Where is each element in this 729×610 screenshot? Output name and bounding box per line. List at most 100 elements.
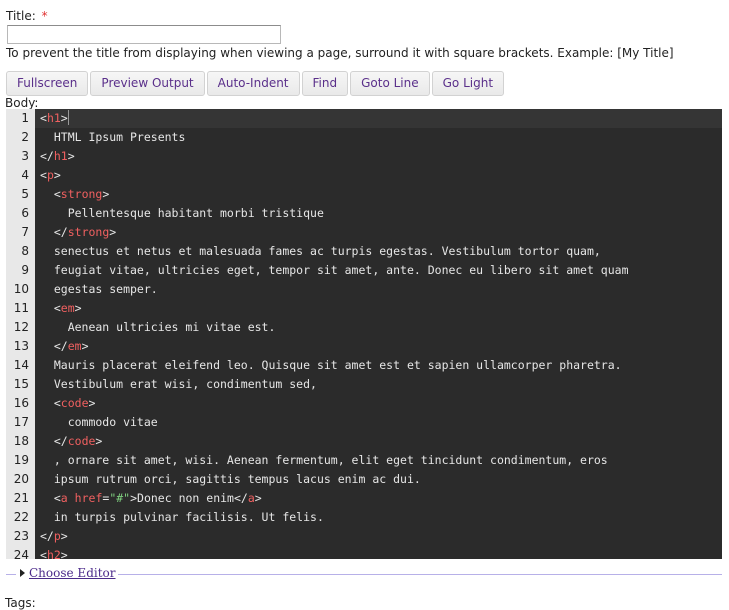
- code-line[interactable]: 7 </strong>: [6, 223, 722, 242]
- title-input[interactable]: [7, 25, 281, 44]
- code-line[interactable]: 9 feugiat vitae, ultricies eget, tempor …: [6, 261, 722, 280]
- line-content: ipsum rutrum orci, sagittis tempus lacus…: [35, 470, 722, 489]
- code-line[interactable]: 1 <h1>: [6, 109, 722, 128]
- code-line[interactable]: 11 <em>: [6, 299, 722, 318]
- line-content: egestas semper.: [35, 280, 722, 299]
- choose-editor-toggle[interactable]: Choose Editor: [18, 566, 118, 580]
- code-line[interactable]: 2 HTML Ipsum Presents: [6, 128, 722, 147]
- tag-bracket: >: [60, 548, 68, 559]
- line-number: 6: [21, 206, 29, 220]
- tag-bracket: </: [233, 491, 248, 505]
- find-button[interactable]: Find: [301, 71, 349, 96]
- tag-bracket: >: [109, 225, 117, 239]
- code-text: in turpis pulvinar facilisis. Ut felis.: [40, 510, 324, 524]
- tag-bracket: <: [53, 491, 61, 505]
- code-text: Aenean ultricies mi vitae est.: [40, 320, 276, 334]
- line-number: 22: [13, 510, 29, 524]
- choose-editor-fieldset: Choose Editor: [6, 566, 722, 583]
- tag-bracket: <: [40, 168, 47, 182]
- preview-output-button[interactable]: Preview Output: [90, 71, 205, 96]
- code-editor[interactable]: 1 <h1> 2 HTML Ipsum Presents 3 </h1> 4 <p> 5 <s…: [6, 109, 722, 559]
- line-content: <code>: [35, 394, 722, 413]
- code-line[interactable]: 17 commodo vitae: [6, 413, 722, 432]
- text-cursor: [67, 110, 69, 125]
- line-number: 17: [13, 415, 29, 429]
- code-line[interactable]: 19 , ornare sit amet, wisi. Aenean ferme…: [6, 451, 722, 470]
- line-number: 7: [21, 225, 29, 239]
- code-text: HTML Ipsum Presents: [40, 130, 186, 144]
- line-number: 9: [21, 263, 29, 277]
- code-line[interactable]: 13 </em>: [6, 337, 722, 356]
- code-text: egestas semper.: [40, 282, 158, 296]
- code-line[interactable]: 5 <strong>: [6, 185, 722, 204]
- line-content: commodo vitae: [35, 413, 722, 432]
- tag-bracket: <: [53, 396, 61, 410]
- body-label: Body:: [5, 96, 39, 110]
- tag-bracket: </: [53, 339, 68, 353]
- code-line[interactable]: 22 in turpis pulvinar facilisis. Ut feli…: [6, 508, 722, 527]
- choose-editor-link[interactable]: Choose Editor: [29, 566, 116, 580]
- tag-name: a: [60, 491, 68, 505]
- go-light-button[interactable]: Go Light: [431, 71, 505, 96]
- tag-bracket: >: [60, 111, 68, 125]
- tag-bracket: >: [102, 187, 110, 201]
- tag-bracket: >: [130, 491, 138, 505]
- fullscreen-button[interactable]: Fullscreen: [6, 71, 89, 96]
- line-content: </h1>: [35, 147, 722, 166]
- line-number: 4: [21, 168, 29, 182]
- line-number: 8: [21, 244, 29, 258]
- triangle-right-icon: [20, 569, 25, 577]
- editor-toolbar: Fullscreen Preview Output Auto-Indent Fi…: [6, 71, 505, 96]
- line-number: 3: [21, 149, 29, 163]
- code-line[interactable]: 6 Pellentesque habitant morbi tristique: [6, 204, 722, 223]
- line-number: 23: [13, 529, 29, 543]
- code-line[interactable]: 14 Mauris placerat eleifend leo. Quisque…: [6, 356, 722, 375]
- goto-line-button[interactable]: Goto Line: [350, 71, 430, 96]
- tag-bracket: >: [53, 168, 61, 182]
- title-label-text: Title:: [6, 9, 36, 23]
- line-number: 10: [13, 282, 29, 296]
- line-content: </code>: [35, 432, 722, 451]
- code-line[interactable]: 20 ipsum rutrum orci, sagittis tempus la…: [6, 470, 722, 489]
- line-content: HTML Ipsum Presents: [35, 128, 722, 147]
- line-number: 18: [13, 434, 29, 448]
- code-line[interactable]: 21 <a href="#">Donec non enim</a>: [6, 489, 722, 508]
- line-content: senectus et netus et malesuada fames ac …: [35, 242, 722, 261]
- code-line[interactable]: 8 senectus et netus et malesuada fames a…: [6, 242, 722, 261]
- code-text: senectus et netus et malesuada fames ac …: [40, 244, 601, 258]
- tag-name: h1: [53, 149, 68, 163]
- tag-bracket: >: [254, 491, 262, 505]
- required-marker: *: [41, 9, 48, 23]
- fieldset-border-left: [6, 574, 16, 575]
- tag-name: em: [60, 301, 75, 315]
- code-line[interactable]: 3 </h1>: [6, 147, 722, 166]
- code-line[interactable]: 24 <h2>: [6, 546, 722, 559]
- line-content: <em>: [35, 299, 722, 318]
- line-content: <strong>: [35, 185, 722, 204]
- code-line[interactable]: 12 Aenean ultricies mi vitae est.: [6, 318, 722, 337]
- line-number: 24: [13, 548, 29, 559]
- tag-name: a: [247, 491, 255, 505]
- code-line[interactable]: 23 </p>: [6, 527, 722, 546]
- line-number: 1: [21, 111, 29, 125]
- line-number: 2: [21, 130, 29, 144]
- line-number: 19: [13, 453, 29, 467]
- line-content: Mauris placerat eleifend leo. Quisque si…: [35, 356, 722, 375]
- tag-name: code: [67, 434, 96, 448]
- code-line[interactable]: 15 Vestibulum erat wisi, condimentum sed…: [6, 375, 722, 394]
- line-content: </strong>: [35, 223, 722, 242]
- code-line[interactable]: 10 egestas semper.: [6, 280, 722, 299]
- line-content: <p>: [35, 166, 722, 185]
- code-line[interactable]: 18 </code>: [6, 432, 722, 451]
- tag-bracket: >: [67, 149, 75, 163]
- code-text: Vestibulum erat wisi, condimentum sed,: [40, 377, 317, 391]
- line-content: <h1>: [35, 109, 722, 128]
- code-line[interactable]: 4 <p>: [6, 166, 722, 185]
- tag-bracket: <: [40, 111, 47, 125]
- code-text: ipsum rutrum orci, sagittis tempus lacus…: [40, 472, 421, 486]
- code-line[interactable]: 16 <code>: [6, 394, 722, 413]
- auto-indent-button[interactable]: Auto-Indent: [206, 71, 300, 96]
